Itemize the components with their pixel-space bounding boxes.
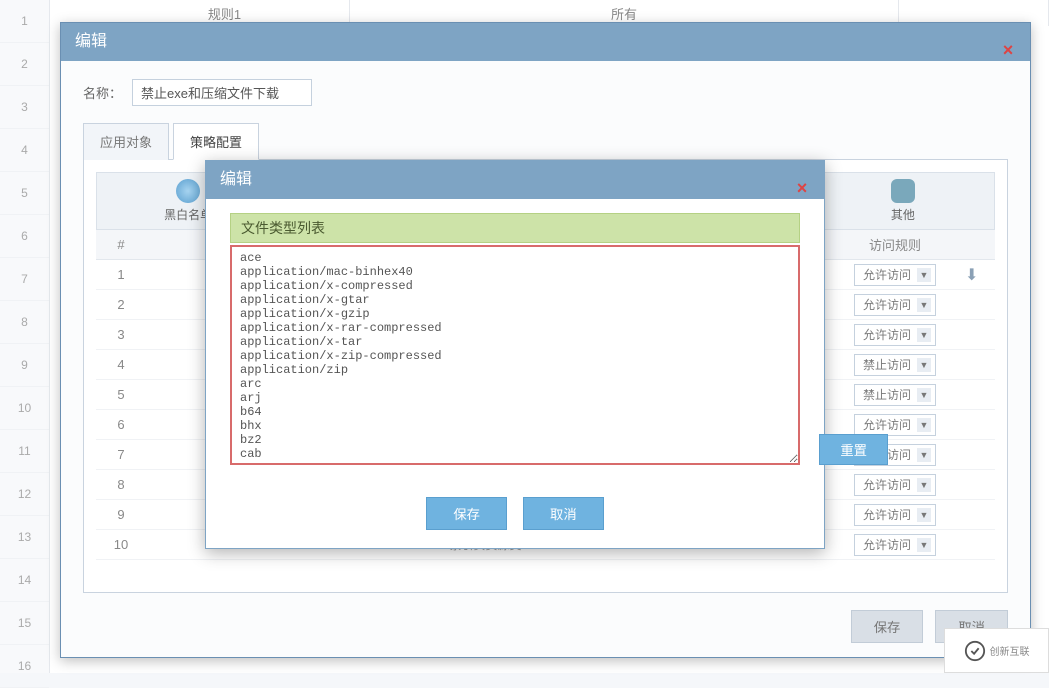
- row-num: 3: [96, 327, 146, 342]
- rule-value: 禁止访问: [863, 386, 911, 403]
- inner-modal-title: 编辑: [220, 171, 252, 188]
- rule-value: 允许访问: [863, 296, 911, 313]
- row-num: 8: [96, 477, 146, 492]
- name-label: 名称：: [83, 83, 122, 102]
- chevron-down-icon: ▼: [917, 508, 931, 522]
- filetype-textarea[interactable]: [232, 247, 798, 463]
- chevron-down-icon: ▼: [917, 268, 931, 282]
- chevron-down-icon: ▼: [917, 538, 931, 552]
- close-icon[interactable]: ×: [792, 169, 812, 189]
- outer-modal-title: 编辑: [75, 33, 107, 50]
- inner-save-button[interactable]: 保存: [426, 497, 507, 530]
- line-num: 8: [0, 301, 49, 344]
- rule-value: 禁止访问: [863, 356, 911, 373]
- line-num: 11: [0, 430, 49, 473]
- rule-value: 允许访问: [863, 416, 911, 433]
- access-rule-select[interactable]: 允许访问 ▼: [854, 414, 936, 436]
- filetype-box: [230, 245, 800, 465]
- close-icon[interactable]: ×: [998, 31, 1018, 51]
- line-num: 6: [0, 215, 49, 258]
- row-num: 7: [96, 447, 146, 462]
- line-num: 4: [0, 129, 49, 172]
- line-num: 9: [0, 344, 49, 387]
- chevron-down-icon: ▼: [917, 388, 931, 402]
- logo-icon: [964, 640, 986, 662]
- line-num: 13: [0, 516, 49, 559]
- row-num: 9: [96, 507, 146, 522]
- chevron-down-icon: ▼: [917, 418, 931, 432]
- tab-apply-target[interactable]: 应用对象: [83, 123, 169, 160]
- name-input[interactable]: [132, 79, 312, 106]
- row-num: 5: [96, 387, 146, 402]
- access-rule-select[interactable]: 允许访问 ▼: [854, 294, 936, 316]
- col-num-header: #: [96, 237, 146, 252]
- chevron-down-icon: ▼: [917, 358, 931, 372]
- line-num: 5: [0, 172, 49, 215]
- row-num: 2: [96, 297, 146, 312]
- watermark-logo: 创新互联: [944, 628, 1049, 673]
- access-rule-select[interactable]: 允许访问 ▼: [854, 504, 936, 526]
- row-num: 10: [96, 537, 146, 552]
- tab-bar: 应用对象 策略配置: [83, 122, 1008, 160]
- line-num: 2: [0, 43, 49, 86]
- row-num: 1: [96, 267, 146, 282]
- access-rule-select[interactable]: 允许访问 ▼: [854, 534, 936, 556]
- access-rule-select[interactable]: 禁止访问 ▼: [854, 354, 936, 376]
- inner-modal-titlebar: 编辑 ×: [206, 161, 824, 199]
- rule-value: 允许访问: [863, 266, 911, 283]
- arrow-down-icon[interactable]: ⬇: [965, 267, 978, 284]
- category-other[interactable]: 其他: [812, 173, 994, 229]
- access-rule-select[interactable]: 允许访问 ▼: [854, 474, 936, 496]
- rule-value: 允许访问: [863, 536, 911, 553]
- row-num: 6: [96, 417, 146, 432]
- rule-value: 允许访问: [863, 506, 911, 523]
- col-rule-header: 访问规则: [825, 235, 965, 254]
- plus-icon: [891, 179, 915, 203]
- line-num: 10: [0, 387, 49, 430]
- chevron-down-icon: ▼: [917, 448, 931, 462]
- row-num: 4: [96, 357, 146, 372]
- filetype-list-header: 文件类型列表: [230, 213, 800, 243]
- line-num: 15: [0, 602, 49, 645]
- line-num: 7: [0, 258, 49, 301]
- rule-value: 允许访问: [863, 476, 911, 493]
- line-num: 16: [0, 645, 49, 688]
- category-label: 其他: [891, 206, 915, 223]
- reset-button[interactable]: 重置: [819, 434, 888, 465]
- inner-cancel-button[interactable]: 取消: [523, 497, 604, 530]
- tab-policy-config[interactable]: 策略配置: [173, 123, 259, 160]
- rule-value: 允许访问: [863, 326, 911, 343]
- chevron-down-icon: ▼: [917, 328, 931, 342]
- line-num: 3: [0, 86, 49, 129]
- outer-modal-titlebar: 编辑 ×: [61, 23, 1030, 61]
- globe-icon: [176, 179, 200, 203]
- line-number-gutter: 1 2 3 4 5 6 7 8 9 10 11 12 13 14 15 16: [0, 0, 50, 673]
- line-num: 12: [0, 473, 49, 516]
- line-num: 1: [0, 0, 49, 43]
- line-num: 14: [0, 559, 49, 602]
- access-rule-select[interactable]: 允许访问 ▼: [854, 264, 936, 286]
- watermark-text: 创新互联: [990, 643, 1030, 658]
- outer-save-button[interactable]: 保存: [851, 610, 924, 643]
- edit-modal-inner: 编辑 × 文件类型列表 重置 保存 取消: [205, 160, 825, 549]
- chevron-down-icon: ▼: [917, 478, 931, 492]
- access-rule-select[interactable]: 禁止访问 ▼: [854, 384, 936, 406]
- chevron-down-icon: ▼: [917, 298, 931, 312]
- access-rule-select[interactable]: 允许访问 ▼: [854, 324, 936, 346]
